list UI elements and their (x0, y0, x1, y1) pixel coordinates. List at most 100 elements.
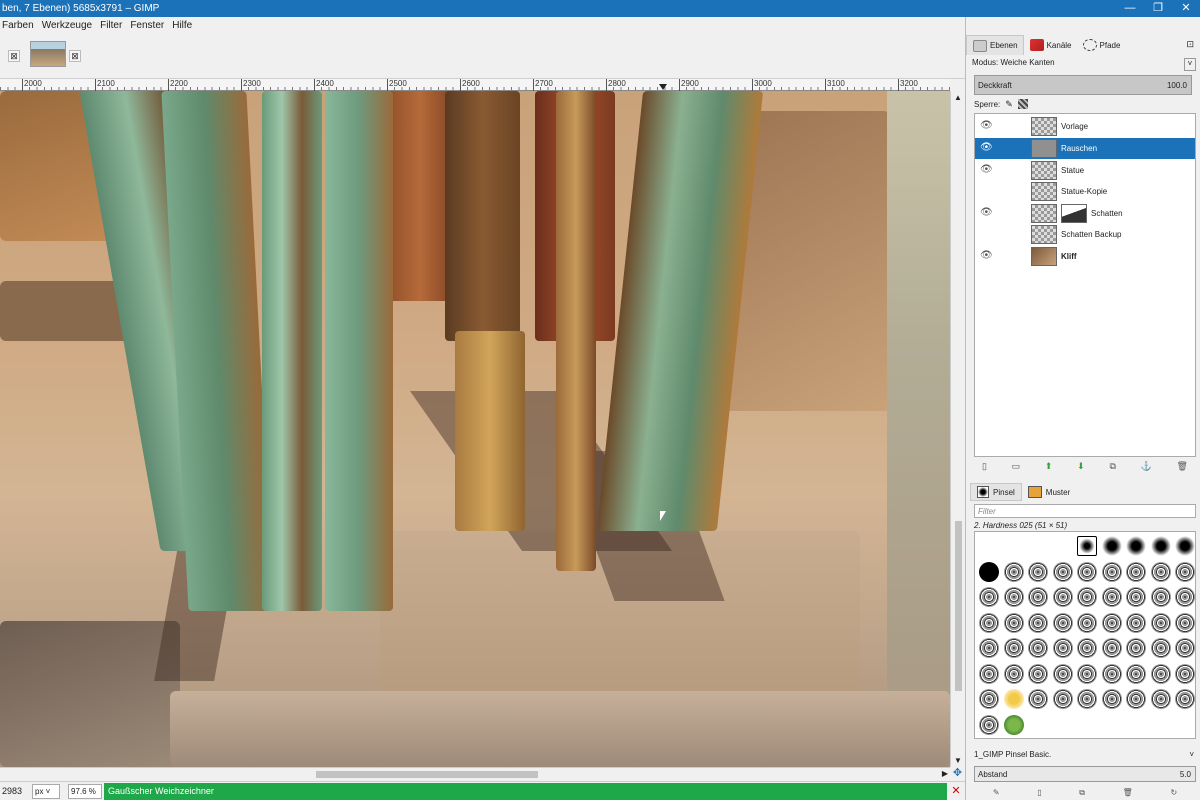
brush-preview[interactable] (1150, 638, 1171, 658)
close-image-tab-icon[interactable]: ⊠ (69, 50, 81, 62)
brush-preview[interactable] (1101, 561, 1122, 582)
menu-filter[interactable]: Filter (98, 20, 128, 31)
brush-preview[interactable] (979, 587, 999, 607)
menu-werkzeuge[interactable]: Werkzeuge (40, 20, 98, 31)
layer-row-schatten[interactable]: 👁 Schatten (975, 203, 1195, 224)
brush-preview[interactable] (1150, 612, 1171, 633)
brush-preview[interactable] (1052, 689, 1073, 709)
brush-preview[interactable] (1077, 561, 1097, 582)
brush-preview[interactable] (979, 689, 999, 709)
lock-alpha-icon[interactable] (1017, 99, 1028, 109)
brush-preview[interactable] (1028, 689, 1048, 709)
brush-preview[interactable] (1175, 715, 1195, 735)
layer-row-vorlage[interactable]: 👁 Vorlage (975, 116, 1195, 137)
brush-preview[interactable] (1126, 561, 1146, 582)
brush-preview[interactable] (1101, 612, 1122, 633)
brush-preview[interactable] (1175, 587, 1195, 607)
delete-layer-icon[interactable]: 🗑 (1177, 461, 1188, 477)
brush-preview[interactable] (1150, 663, 1171, 684)
scroll-right-icon[interactable]: ▶ (942, 769, 948, 778)
brush-filter-input[interactable]: Filter (974, 504, 1196, 518)
brush-preview[interactable] (1028, 638, 1048, 658)
brush-preview[interactable] (979, 612, 999, 633)
dock-menu-icon[interactable]: ⊡ (1186, 39, 1194, 50)
brush-preview[interactable] (1175, 536, 1195, 556)
brush-preview[interactable] (979, 663, 999, 684)
navigate-icon[interactable]: ✥ (950, 767, 965, 781)
scroll-down-icon[interactable]: ▼ (954, 756, 962, 765)
tab-brushes[interactable]: Pinsel (970, 483, 1022, 501)
layer-mask-thumbnail[interactable] (1061, 204, 1087, 223)
brush-preview[interactable] (979, 714, 999, 735)
brush-preview[interactable] (1052, 638, 1073, 658)
layer-mode-select[interactable]: Modus: Weiche Kanten ˅ (972, 58, 1196, 72)
brush-preview[interactable] (1003, 689, 1024, 709)
brush-preview[interactable] (1052, 561, 1073, 582)
brush-preview[interactable] (1077, 689, 1097, 709)
opacity-slider[interactable]: Deckkraft 100.0 (974, 75, 1192, 95)
horizontal-scroll-thumb[interactable] (316, 771, 538, 778)
spacing-slider[interactable]: Abstand 5.0 (974, 766, 1196, 782)
anchor-layer-icon[interactable]: ⚓ (1141, 461, 1152, 477)
visibility-eye-icon[interactable]: 👁 (980, 207, 993, 218)
close-button[interactable]: ✕ (1172, 0, 1200, 17)
brush-preview[interactable] (1028, 612, 1048, 633)
brush-preview[interactable] (1028, 663, 1048, 684)
maximize-button[interactable]: ❐ (1144, 0, 1172, 17)
image-tab-thumbnail[interactable] (30, 41, 66, 67)
brush-preview[interactable] (1101, 536, 1122, 556)
brush-preview[interactable] (1053, 715, 1073, 735)
visibility-eye-icon[interactable]: 👁 (980, 120, 993, 131)
brush-preview[interactable] (1150, 689, 1171, 709)
brush-preview[interactable] (1077, 663, 1097, 684)
brush-set-select[interactable]: 1_GIMP Pinsel Basic. ˅ (974, 750, 1196, 764)
raise-layer-icon[interactable]: ⬆ (1045, 461, 1053, 477)
close-image-tab-icon[interactable]: ⊠ (8, 50, 20, 62)
brush-preview[interactable] (1004, 536, 1024, 556)
brush-grid[interactable] (974, 531, 1196, 739)
brush-preview[interactable] (1150, 536, 1171, 556)
brush-preview[interactable] (1102, 715, 1122, 735)
brush-preview[interactable] (1003, 561, 1024, 582)
scroll-up-icon[interactable]: ▲ (954, 93, 962, 102)
menu-farben[interactable]: Farben (0, 20, 40, 31)
lock-pixels-icon[interactable]: ✎ (1005, 99, 1013, 109)
brush-preview[interactable] (1077, 638, 1097, 658)
lower-layer-icon[interactable]: ⬇ (1077, 461, 1085, 477)
brush-preview[interactable] (1175, 689, 1195, 709)
brush-preview[interactable] (1126, 715, 1146, 735)
brush-preview[interactable] (1028, 561, 1048, 582)
brush-preview[interactable] (1101, 587, 1122, 607)
new-brush-icon[interactable]: ▯ (1037, 788, 1041, 800)
horizontal-ruler[interactable]: 2000 2100 2200 2300 2400 2500 2600 2700 2800 2900… (0, 79, 950, 91)
brush-preview[interactable] (1028, 587, 1048, 607)
brush-preview[interactable] (1126, 638, 1146, 658)
edit-brush-icon[interactable]: ✎ (993, 788, 1000, 800)
duplicate-layer-icon[interactable]: ⧉ (1109, 461, 1115, 477)
brush-preview[interactable] (1028, 715, 1048, 735)
brush-preview[interactable] (979, 536, 999, 556)
brush-preview[interactable] (1003, 587, 1024, 607)
brush-preview[interactable] (1101, 689, 1122, 709)
visibility-eye-icon[interactable]: 👁 (980, 250, 993, 261)
new-group-icon[interactable]: ▭ (1012, 461, 1021, 477)
tab-layers[interactable]: Ebenen (966, 35, 1024, 55)
brush-preview[interactable] (1126, 663, 1146, 684)
duplicate-brush-icon[interactable]: ⧉ (1079, 788, 1085, 800)
brush-preview[interactable] (1052, 612, 1073, 633)
brush-preview[interactable] (1077, 612, 1097, 633)
layer-row-kliff[interactable]: 👁 Kliff (975, 246, 1195, 267)
tab-channels[interactable]: Kanäle (1024, 35, 1077, 55)
brush-preview[interactable] (979, 561, 999, 582)
layer-row-rauschen[interactable]: 👁 Rauschen (975, 138, 1195, 159)
brush-preview[interactable] (1175, 561, 1195, 582)
visibility-eye-icon[interactable]: 👁 (980, 164, 993, 175)
brush-preview[interactable] (1101, 663, 1122, 684)
brush-preview[interactable] (1101, 638, 1122, 658)
new-layer-icon[interactable]: ▯ (982, 461, 987, 477)
brush-preview[interactable] (1126, 612, 1146, 633)
brush-preview[interactable] (1003, 638, 1024, 658)
layer-row-statue[interactable]: 👁 Statue (975, 160, 1195, 181)
brush-preview[interactable] (1003, 663, 1024, 684)
vertical-scrollbar[interactable]: ▲ ▼ (950, 91, 965, 767)
